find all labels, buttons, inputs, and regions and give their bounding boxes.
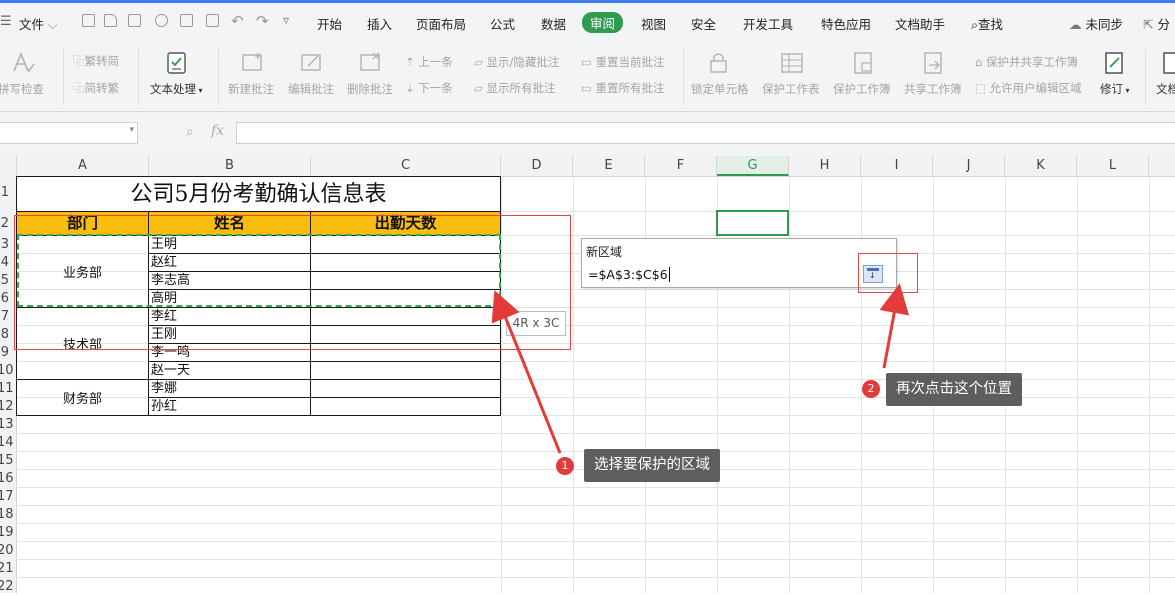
- step-badge-1: 1: [556, 457, 574, 475]
- arrow-to-dialog-button: [879, 283, 910, 369]
- arrow-to-selection: [491, 290, 562, 454]
- callout-step-1: 选择要保护的区域: [584, 449, 720, 482]
- callout-step-2: 再次点击这个位置: [886, 373, 1022, 406]
- step-badge-2: 2: [862, 380, 880, 398]
- annotation-arrows: [491, 283, 910, 454]
